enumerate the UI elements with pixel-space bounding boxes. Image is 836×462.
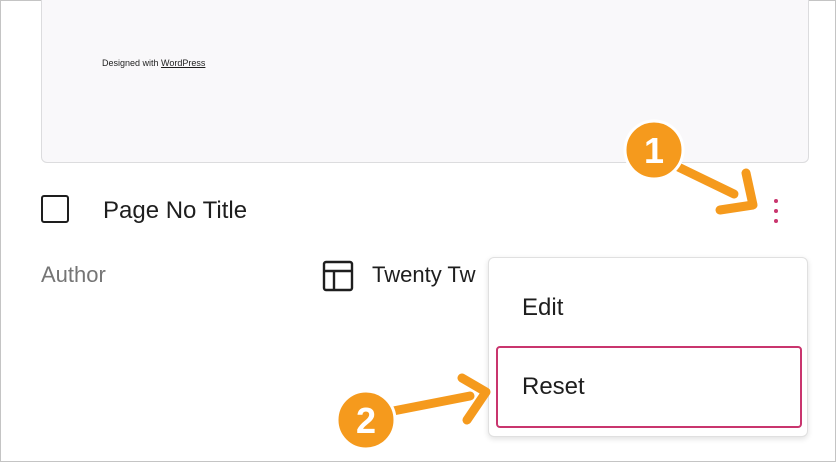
ellipsis-dot [774,209,778,213]
page-frame: Designed with WordPress Page No Title Au… [0,0,836,462]
wordpress-link[interactable]: WordPress [161,58,205,68]
page-title[interactable]: Page No Title [103,197,247,225]
template-name: Twenty Tw [372,262,476,287]
actions-dropdown-menu: Edit Reset [488,257,808,437]
preview-footer-text: Designed with [102,58,162,68]
select-checkbox[interactable] [41,195,69,223]
ellipsis-dot [774,219,778,223]
template-preview[interactable]: Designed with WordPress [41,0,809,163]
author-label: Author [41,262,106,287]
preview-footer: Designed with WordPress [102,58,205,68]
menu-item-reset[interactable]: Reset [496,346,802,428]
more-actions-button[interactable] [761,193,791,229]
menu-item-edit[interactable]: Edit [496,268,802,348]
layout-icon [322,260,354,292]
vertical-ellipsis-icon [774,199,778,203]
